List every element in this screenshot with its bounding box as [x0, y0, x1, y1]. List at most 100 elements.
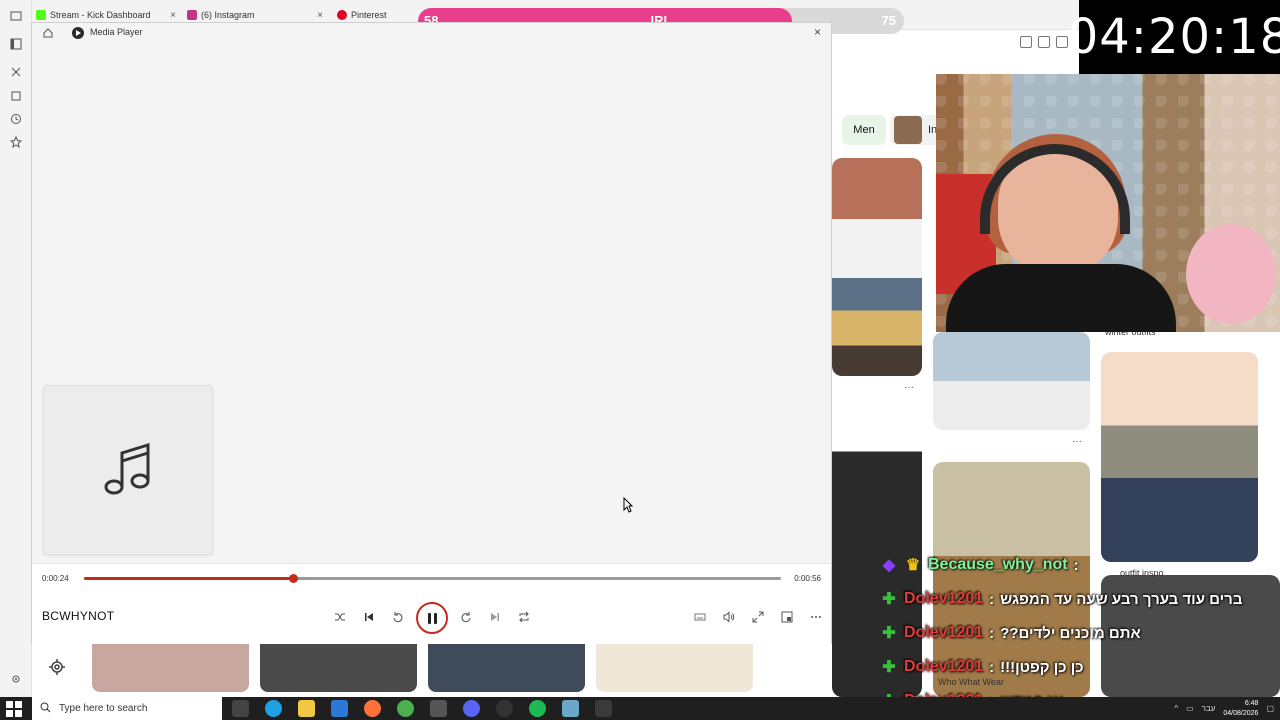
- chat-message: ✚ Dolev1201 : ברים עוד בערך רבע שעה עד ה…: [880, 584, 1280, 614]
- pin-thumbnail[interactable]: [260, 644, 417, 692]
- pin-thumbnail[interactable]: [428, 644, 585, 692]
- category-chip-in[interactable]: In: [890, 115, 940, 145]
- notifications-icon[interactable]: ▢: [1266, 704, 1274, 713]
- chat-overlay: ◆ ♛ Because_why_not : ✚ Dolev1201 : ברים…: [880, 550, 1280, 710]
- gear-icon[interactable]: [48, 658, 66, 676]
- previous-button[interactable]: [359, 607, 379, 627]
- obs-icon[interactable]: [496, 700, 513, 717]
- taskbar-search[interactable]: Type here to search: [32, 697, 222, 720]
- rewind-10-button[interactable]: [388, 607, 408, 627]
- timer-text: 04:20:18: [1067, 9, 1280, 65]
- pin-card[interactable]: [933, 332, 1090, 430]
- pin-thumbnail[interactable]: [596, 644, 753, 692]
- chat-text: כן כן קפטן!!!: [1000, 658, 1084, 676]
- home-icon[interactable]: [42, 27, 54, 39]
- chat-separator: :: [989, 590, 995, 608]
- seek-thumb[interactable]: [289, 574, 299, 583]
- chip-label: Men: [853, 124, 875, 136]
- next-button[interactable]: [485, 607, 505, 627]
- collections-toolbar-icon[interactable]: [1038, 36, 1050, 48]
- chat-username: Dolev1201: [904, 624, 984, 641]
- chrome-icon[interactable]: [397, 700, 414, 717]
- history-icon[interactable]: [8, 111, 24, 127]
- pin-thumbnail[interactable]: [92, 644, 249, 692]
- favorites-icon[interactable]: [8, 134, 24, 150]
- album-art: [43, 385, 213, 555]
- chat-username: Dolev1201: [904, 658, 984, 675]
- clock-date: 04/08/2026: [1223, 709, 1259, 717]
- tab-close-icon[interactable]: ×: [170, 10, 176, 21]
- firefox-icon[interactable]: [364, 700, 381, 717]
- chat-separator: :: [989, 624, 995, 642]
- tab-label: (6) Instagram: [201, 10, 255, 20]
- store-icon[interactable]: [430, 700, 447, 717]
- mouse-cursor-icon: [623, 496, 634, 513]
- more-options-icon[interactable]: ···: [1072, 436, 1082, 447]
- tab-actions-icon[interactable]: [8, 8, 24, 24]
- time-elapsed: 0:00:24: [42, 574, 69, 583]
- spotify-icon[interactable]: [529, 700, 546, 717]
- notepad-icon[interactable]: [562, 700, 579, 717]
- category-chip-men[interactable]: Men: [842, 115, 886, 145]
- tab-close-icon[interactable]: ×: [317, 10, 323, 21]
- chat-text: אתם מוכנים ילדים??: [1000, 624, 1141, 642]
- chat-message: ✚ Dolev1201 : אתם מוכנים ילדים??: [880, 618, 1280, 648]
- windows-taskbar: Type here to search ^ ▭ עבר 6:48 04/08/2…: [0, 697, 1280, 720]
- pause-button[interactable]: [416, 602, 448, 634]
- favorite-star-icon[interactable]: [1056, 36, 1068, 48]
- language-indicator[interactable]: עבר: [1202, 704, 1216, 713]
- pink-plush: [1186, 224, 1276, 324]
- crown-badge-icon: ♛: [905, 557, 921, 574]
- clock[interactable]: 6:48 04/08/2026: [1223, 699, 1258, 719]
- more-options-icon[interactable]: ···: [904, 382, 914, 393]
- more-options-button[interactable]: [806, 607, 826, 627]
- fullscreen-button[interactable]: [748, 607, 768, 627]
- volume-button[interactable]: [719, 607, 739, 627]
- chat-separator: :: [989, 658, 995, 676]
- playback-controls: 0:00:24 0:00:56 BCWHYNOT: [32, 563, 831, 645]
- task-view-icon[interactable]: [232, 700, 249, 717]
- goal-max: 75: [881, 13, 896, 28]
- shuffle-button[interactable]: [330, 607, 350, 627]
- edge-icon[interactable]: [265, 700, 282, 717]
- media-player-taskbar-icon[interactable]: [595, 700, 612, 717]
- chat-message: ◆ ♛ Because_why_not :: [880, 550, 1280, 580]
- pin-card[interactable]: [1101, 352, 1258, 562]
- plus-badge-icon: ✚: [882, 591, 896, 608]
- pinterest-bottom-strip: [32, 644, 832, 697]
- time-total: 0:00:56: [794, 574, 821, 583]
- forward-30-button[interactable]: [456, 607, 476, 627]
- clock-time: 6:48: [1244, 699, 1259, 707]
- split-screen-icon[interactable]: [1020, 36, 1032, 48]
- repeat-button[interactable]: [514, 607, 534, 627]
- browser-sidebar: [0, 0, 32, 697]
- collections-icon[interactable]: [8, 88, 24, 104]
- mini-player-button[interactable]: [777, 607, 797, 627]
- file-explorer-icon[interactable]: [298, 700, 315, 717]
- media-player-window: Media Player × 0:00:24 0:00:56 BCWHYNOT: [31, 22, 832, 645]
- title-bar: Media Player ×: [32, 23, 831, 43]
- chat-text: ברים עוד בערך רבע שעה עד המפגש: [1000, 590, 1243, 608]
- outlook-icon[interactable]: [331, 700, 348, 717]
- pin-card[interactable]: [832, 158, 922, 376]
- start-button[interactable]: [6, 701, 22, 717]
- settings-icon[interactable]: [8, 671, 24, 687]
- subscriber-badge-icon: ◆: [882, 557, 896, 574]
- stream-timer: 04:20:18: [1068, 0, 1280, 74]
- plus-badge-icon: ✚: [882, 659, 896, 676]
- copilot-icon[interactable]: [8, 64, 24, 80]
- instagram-icon: [187, 10, 197, 20]
- window-title: Media Player: [90, 27, 143, 37]
- captions-button[interactable]: [690, 607, 710, 627]
- sidebar-panel-icon[interactable]: [8, 36, 24, 52]
- chat-message: ✚ Dolev1201 : כן כן קפטן!!!: [880, 652, 1280, 682]
- chat-separator: :: [1073, 556, 1079, 574]
- discord-icon[interactable]: [463, 700, 480, 717]
- network-icon[interactable]: ▭: [1186, 704, 1194, 713]
- seek-bar[interactable]: [84, 574, 781, 583]
- close-button[interactable]: ×: [814, 25, 821, 39]
- tray-chevron-icon[interactable]: ^: [1174, 704, 1178, 713]
- chat-username: Dolev1201: [904, 590, 984, 607]
- pause-icon: [427, 612, 431, 624]
- search-icon: [40, 702, 51, 716]
